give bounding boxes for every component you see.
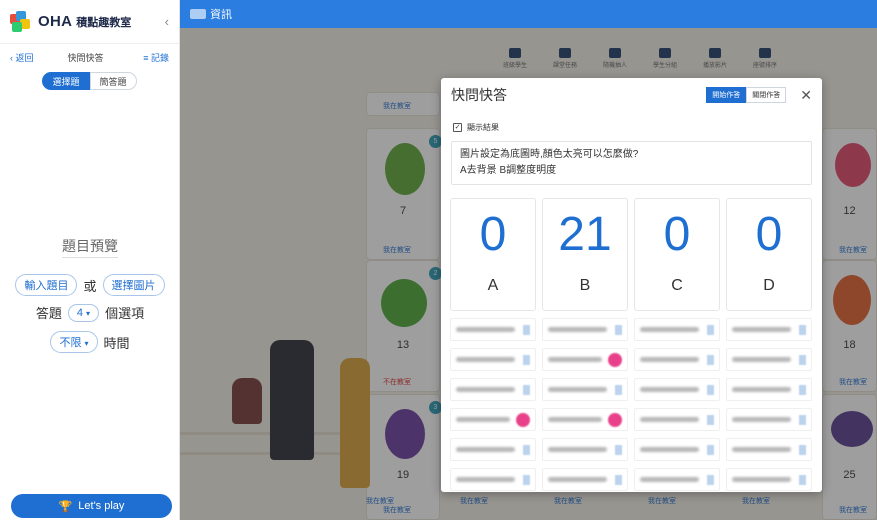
question-type-toggle: 選擇題 簡答題 — [0, 72, 179, 90]
list-item — [634, 468, 720, 491]
input-question-button[interactable]: 輸入題目 — [15, 274, 78, 296]
sidebar-nav: ‹ 返回 快問快答 ≡ 記錄 — [0, 44, 179, 70]
answer-count: 21 — [558, 208, 612, 261]
question-options-text: A去背景 B調整度明度 — [460, 165, 557, 176]
back-link[interactable]: ‹ 返回 — [10, 51, 34, 64]
result-option-b: 21 B — [542, 198, 628, 311]
time-label: 時間 — [103, 335, 130, 351]
preview-label: 題目預覽 — [62, 238, 118, 258]
info-icon — [190, 9, 206, 19]
sidebar: OHA 積點趣教室 ‹ ‹ 返回 快問快答 ≡ 記錄 選擇題 簡答題 題目預覽 … — [0, 0, 180, 520]
collapse-sidebar-button[interactable]: ‹ — [165, 14, 169, 29]
chevron-down-icon: ▾ — [84, 339, 89, 348]
lets-play-button[interactable]: 🏆 Let's play — [11, 494, 172, 518]
list-item — [726, 408, 812, 431]
tab-short-answer[interactable]: 簡答題 — [89, 72, 137, 90]
answer-count: 0 — [479, 208, 507, 261]
tab-multiple-choice[interactable]: 選擇題 — [42, 72, 90, 90]
trophy-icon: 🏆 — [58, 500, 73, 513]
logo-text: OHA — [38, 13, 73, 30]
time-select[interactable]: 不限 ▾ — [50, 331, 98, 353]
list-item — [450, 468, 536, 491]
student-list-b — [542, 318, 628, 498]
answer-toggle: 開始作答 關閉作答 — [706, 87, 787, 103]
option-letter: D — [763, 277, 775, 294]
list-item — [450, 408, 536, 431]
choose-image-button[interactable]: 選擇圖片 — [102, 274, 165, 296]
list-item — [450, 348, 536, 371]
option-count-row: 答題 4 ▾ 個選項 — [0, 303, 180, 322]
option-letter: B — [579, 277, 591, 294]
list-item — [634, 318, 720, 341]
modal-title: 快問快答 — [451, 87, 507, 103]
show-result-checkbox[interactable]: ✓ 顯示結果 — [453, 122, 822, 133]
chevron-down-icon: ▾ — [86, 308, 91, 318]
list-item — [634, 378, 720, 401]
list-item — [726, 318, 812, 341]
list-item — [542, 348, 628, 371]
start-answer-button[interactable]: 開始作答 — [706, 87, 747, 103]
top-bar-title: 資訊 — [210, 9, 232, 21]
list-item — [726, 468, 812, 491]
nav-title: 快問快答 — [67, 52, 104, 63]
student-list-a — [450, 318, 536, 498]
show-result-label: 顯示結果 — [467, 123, 499, 132]
question-preview: 題目預覽 — [0, 236, 180, 258]
question-input-row: 輸入題目 或 選擇圖片 — [0, 274, 180, 296]
question-box: 圖片設定為底圖時,顏色太亮可以怎麼做? A去背景 B調整度明度 — [451, 141, 812, 185]
list-item — [450, 438, 536, 461]
time-value: 不限 — [59, 337, 82, 349]
time-row: 不限 ▾ 時間 — [0, 331, 180, 353]
list-item — [634, 348, 720, 371]
quick-answer-modal: 快問快答 開始作答 關閉作答 ✕ ✓ 顯示結果 圖片設定為底圖時,顏色太亮可以怎… — [441, 78, 822, 492]
student-list-c — [634, 318, 720, 498]
option-count-select[interactable]: 4 ▾ — [67, 303, 100, 322]
play-label: Let's play — [78, 500, 125, 512]
close-icon[interactable]: ✕ — [800, 87, 812, 104]
modal-header: 快問快答 開始作答 關閉作答 ✕ — [441, 78, 822, 112]
list-item — [542, 318, 628, 341]
logo-subtitle: 積點趣教室 — [76, 16, 132, 29]
list-item — [634, 438, 720, 461]
option-suffix-label: 個選項 — [105, 306, 145, 321]
list-item — [542, 378, 628, 401]
result-columns: 0 A 21 B 0 C 0 D — [450, 198, 812, 311]
stop-answer-button[interactable]: 關閉作答 — [746, 87, 787, 103]
option-count-value: 4 — [76, 306, 84, 319]
list-item — [542, 438, 628, 461]
answer-count: 0 — [755, 208, 783, 261]
student-answer-lists — [450, 318, 812, 498]
list-item — [634, 408, 720, 431]
checkbox-checked-icon: ✓ — [453, 123, 462, 132]
logo-icon — [10, 10, 32, 33]
list-item — [542, 408, 628, 431]
option-letter: C — [671, 277, 683, 294]
result-option-c: 0 C — [634, 198, 720, 311]
list-item — [450, 318, 536, 341]
result-option-a: 0 A — [450, 198, 536, 311]
student-list-d — [726, 318, 812, 498]
sidebar-header: OHA 積點趣教室 ‹ — [0, 0, 179, 44]
list-item — [542, 468, 628, 491]
list-item — [450, 378, 536, 401]
answer-label: 答題 — [35, 306, 62, 321]
or-label: 或 — [83, 278, 97, 294]
list-item — [726, 378, 812, 401]
list-item — [726, 438, 812, 461]
top-bar: 資訊 — [180, 0, 877, 28]
result-option-d: 0 D — [726, 198, 812, 311]
question-text: 圖片設定為底圖時,顏色太亮可以怎麼做? — [460, 149, 639, 160]
list-item — [726, 348, 812, 371]
answer-count: 0 — [663, 208, 691, 261]
record-link[interactable]: ≡ 記錄 — [143, 51, 169, 64]
option-letter: A — [487, 277, 499, 294]
